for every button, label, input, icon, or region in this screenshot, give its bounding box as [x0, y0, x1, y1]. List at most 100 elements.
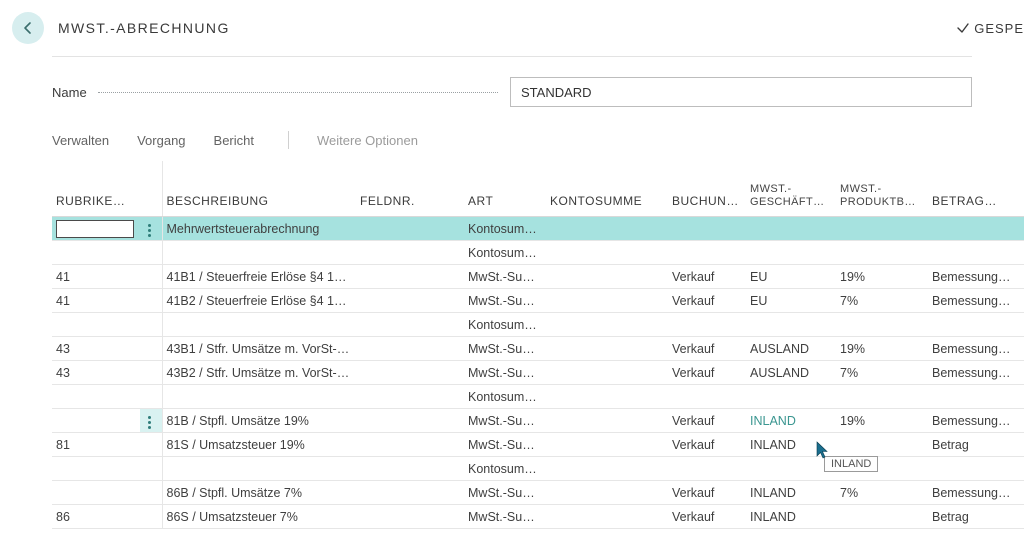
cell-mwst-produkt[interactable]: 19% — [836, 337, 928, 361]
table-row[interactable]: 4343B2 / Stfr. Umsätze m. VorSt-…MwSt.-S… — [52, 361, 1024, 385]
cell-feldnr[interactable] — [356, 457, 464, 481]
cell-kontosumme[interactable] — [546, 433, 668, 457]
cell-beschreibung[interactable]: 81B / Stpfl. Umsätze 19% — [162, 409, 356, 433]
cell-art[interactable]: Kontosumme — [464, 241, 546, 265]
col-art[interactable]: ART — [464, 161, 546, 217]
cell-art[interactable]: MwSt.-Sum… — [464, 433, 546, 457]
cell-betrag[interactable]: Bemessung… — [928, 409, 1024, 433]
cell-mwst-produkt[interactable] — [836, 385, 928, 409]
cell-rubrik[interactable]: 81 — [52, 433, 140, 457]
cell-mwst-geschaeft[interactable]: INLAND — [746, 433, 836, 457]
cell-rubrik[interactable]: 86 — [52, 505, 140, 529]
cell-beschreibung[interactable]: 43B1 / Stfr. Umsätze m. VorSt-… — [162, 337, 356, 361]
cell-feldnr[interactable] — [356, 385, 464, 409]
cell-rubrik[interactable] — [52, 241, 140, 265]
cell-rubrik[interactable] — [52, 385, 140, 409]
cell-feldnr[interactable] — [356, 217, 464, 241]
cell-row-menu[interactable] — [140, 409, 162, 433]
cell-row-menu[interactable] — [140, 217, 162, 241]
table-row[interactable]: 4141B1 / Steuerfreie Erlöse §4 1b …MwSt.… — [52, 265, 1024, 289]
cell-art[interactable]: MwSt.-Sum… — [464, 505, 546, 529]
col-mwst-produkt[interactable]: MWST.- PRODUKTB… — [836, 161, 928, 217]
cell-art[interactable]: MwSt.-Sum… — [464, 337, 546, 361]
cell-mwst-produkt[interactable] — [836, 241, 928, 265]
cell-betrag[interactable]: Bemessung… — [928, 481, 1024, 505]
cell-beschreibung[interactable]: 41B1 / Steuerfreie Erlöse §4 1b … — [162, 265, 356, 289]
cell-mwst-geschaeft[interactable]: INLAND — [746, 481, 836, 505]
cell-mwst-geschaeft[interactable]: AUSLAND — [746, 361, 836, 385]
cell-mwst-geschaeft[interactable]: AUSLAND — [746, 337, 836, 361]
cell-mwst-geschaeft[interactable]: EU — [746, 289, 836, 313]
cell-feldnr[interactable] — [356, 361, 464, 385]
cell-betrag[interactable] — [928, 241, 1024, 265]
cell-rubrik[interactable] — [52, 481, 140, 505]
cell-mwst-geschaeft[interactable] — [746, 457, 836, 481]
cell-kontosumme[interactable] — [546, 313, 668, 337]
cell-rubrik[interactable] — [52, 313, 140, 337]
cell-mwst-produkt[interactable]: 7% — [836, 289, 928, 313]
cell-beschreibung[interactable] — [162, 313, 356, 337]
cell-kontosumme[interactable] — [546, 385, 668, 409]
cell-rubrik[interactable]: 43 — [52, 361, 140, 385]
action-process[interactable]: Vorgang — [137, 133, 185, 148]
cell-art[interactable]: MwSt.-Sum… — [464, 265, 546, 289]
cell-rubrik[interactable] — [52, 457, 140, 481]
cell-mwst-produkt[interactable]: 19% — [836, 409, 928, 433]
cell-feldnr[interactable] — [356, 433, 464, 457]
cell-buchung[interactable]: Verkauf — [668, 337, 746, 361]
cell-rubrik[interactable] — [52, 217, 140, 241]
cell-beschreibung[interactable]: 41B2 / Steuerfreie Erlöse §4 1b … — [162, 289, 356, 313]
cell-beschreibung[interactable]: 81S / Umsatzsteuer 19% — [162, 433, 356, 457]
table-row[interactable]: 4141B2 / Steuerfreie Erlöse §4 1b …MwSt.… — [52, 289, 1024, 313]
cell-betrag[interactable] — [928, 457, 1024, 481]
col-betrag[interactable]: BETRAG… — [928, 161, 1024, 217]
cell-mwst-geschaeft[interactable]: INLAND — [746, 505, 836, 529]
cell-art[interactable]: Kontosumme — [464, 217, 546, 241]
cell-mwst-produkt[interactable]: 7% — [836, 361, 928, 385]
cell-mwst-geschaeft[interactable] — [746, 313, 836, 337]
cell-kontosumme[interactable] — [546, 289, 668, 313]
cell-rubrik[interactable] — [52, 409, 140, 433]
cell-mwst-geschaeft[interactable] — [746, 241, 836, 265]
table-row[interactable]: Mehrwertsteuerabrechnung Kontosumme — [52, 217, 1024, 241]
cell-feldnr[interactable] — [356, 481, 464, 505]
table-row[interactable]: Kontosumme — [52, 241, 1024, 265]
cell-betrag[interactable]: Betrag — [928, 505, 1024, 529]
cell-betrag[interactable]: Bemessung… — [928, 289, 1024, 313]
col-buchung[interactable]: BUCHUN… — [668, 161, 746, 217]
cell-kontosumme[interactable] — [546, 217, 668, 241]
cell-mwst-produkt[interactable] — [836, 217, 928, 241]
cell-mwst-produkt[interactable] — [836, 505, 928, 529]
table-row[interactable]: Kontosumme — [52, 313, 1024, 337]
cell-buchung[interactable]: Verkauf — [668, 505, 746, 529]
cell-mwst-produkt[interactable] — [836, 433, 928, 457]
table-row[interactable]: 81B / Stpfl. Umsätze 19%MwSt.-Sum…Verkau… — [52, 409, 1024, 433]
cell-buchung[interactable]: Verkauf — [668, 265, 746, 289]
cell-rubrik[interactable]: 43 — [52, 337, 140, 361]
cell-buchung[interactable]: Verkauf — [668, 289, 746, 313]
cell-buchung[interactable] — [668, 385, 746, 409]
col-mwst-geschaeft[interactable]: MWST.- GESCHÄFT… — [746, 161, 836, 217]
cell-buchung[interactable] — [668, 457, 746, 481]
action-report[interactable]: Bericht — [214, 133, 254, 148]
cell-mwst-geschaeft[interactable]: EU — [746, 265, 836, 289]
cell-betrag[interactable]: Bemessung… — [928, 265, 1024, 289]
cell-art[interactable]: Kontosumme — [464, 313, 546, 337]
cell-art[interactable]: MwSt.-Sum… — [464, 481, 546, 505]
cell-mwst-produkt[interactable] — [836, 313, 928, 337]
cell-rubrik[interactable]: 41 — [52, 289, 140, 313]
table-row[interactable]: Kontosumme — [52, 385, 1024, 409]
cell-kontosumme[interactable] — [546, 241, 668, 265]
table-row[interactable]: 43 43B1 / Stfr. Umsätze m. VorSt-… MwSt.-S… — [52, 337, 1024, 361]
cell-buchung[interactable] — [668, 313, 746, 337]
cell-art[interactable]: Kontosumme — [464, 385, 546, 409]
cell-betrag[interactable] — [928, 313, 1024, 337]
cell-mwst-geschaeft[interactable] — [746, 217, 836, 241]
col-rubrik[interactable]: RUBRIKE… — [52, 161, 140, 217]
cell-kontosumme[interactable] — [546, 505, 668, 529]
cell-beschreibung[interactable] — [162, 385, 356, 409]
cell-art[interactable]: MwSt.-Sum… — [464, 361, 546, 385]
cell-feldnr[interactable] — [356, 505, 464, 529]
cell-feldnr[interactable] — [356, 265, 464, 289]
cell-beschreibung[interactable]: Mehrwertsteuerabrechnung — [162, 217, 356, 241]
